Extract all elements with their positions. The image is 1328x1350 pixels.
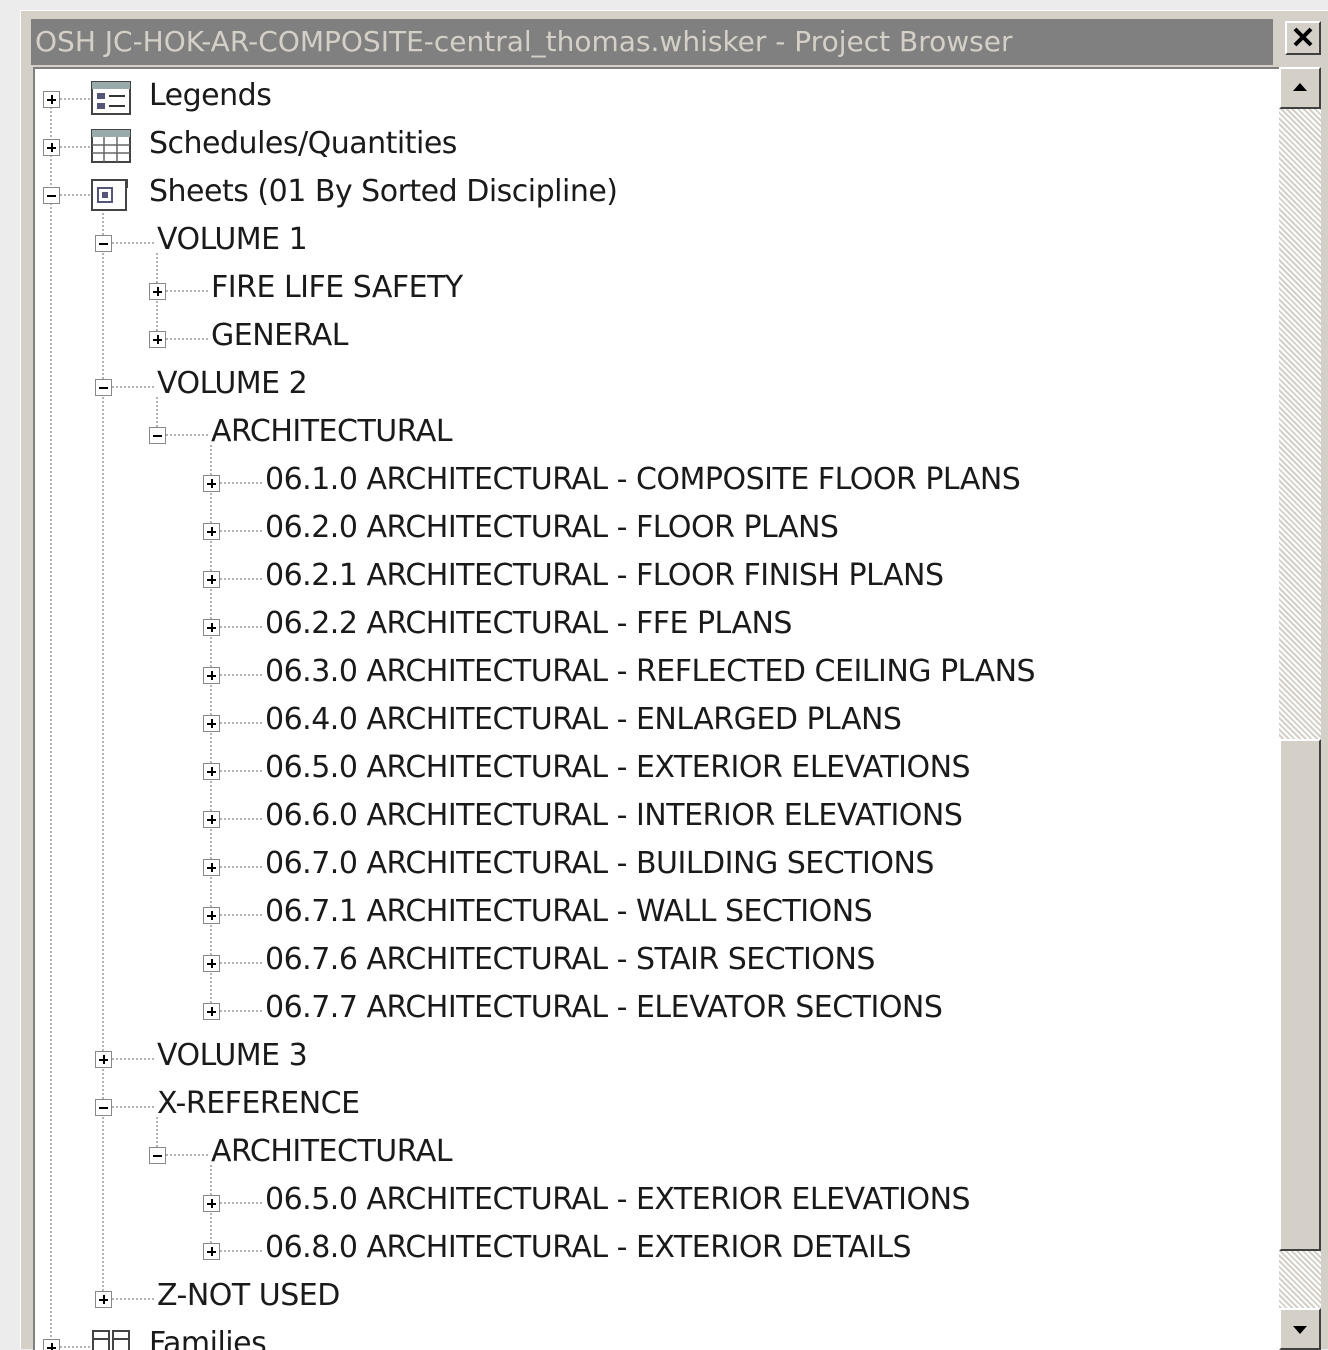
tree-row[interactable]: 06.7.1 ARCHITECTURAL - WALL SECTIONS — [35, 889, 1275, 937]
tree-item-label[interactable]: 06.3.0 ARCHITECTURAL - REFLECTED CEILING… — [265, 654, 1036, 690]
tree-row[interactable]: Families — [35, 1321, 1275, 1350]
tree-item-label[interactable]: 06.1.0 ARCHITECTURAL - COMPOSITE FLOOR P… — [265, 462, 1021, 498]
close-icon — [1293, 27, 1313, 47]
expand-icon[interactable] — [203, 619, 220, 636]
expand-icon[interactable] — [149, 283, 166, 300]
tree-row[interactable]: Schedules/Quantities — [35, 121, 1275, 169]
tree-item-label[interactable]: Families — [149, 1326, 267, 1350]
expand-icon[interactable] — [43, 139, 60, 156]
expand-icon[interactable] — [149, 331, 166, 348]
families-icon — [92, 1330, 130, 1350]
tree-item-label[interactable]: 06.2.1 ARCHITECTURAL - FLOOR FINISH PLAN… — [265, 558, 944, 594]
expand-icon[interactable] — [203, 715, 220, 732]
tree-item-label[interactable]: 06.7.1 ARCHITECTURAL - WALL SECTIONS — [265, 894, 873, 930]
window-title: OSH JC-HOK-AR-COMPOSITE-central_thomas.w… — [35, 25, 1013, 58]
arrow-up-icon — [1293, 83, 1307, 91]
tree-item-label[interactable]: 06.5.0 ARCHITECTURAL - EXTERIOR ELEVATIO… — [265, 1182, 971, 1218]
tree-item-label[interactable]: Legends — [149, 78, 272, 114]
tree-row[interactable]: 06.6.0 ARCHITECTURAL - INTERIOR ELEVATIO… — [35, 793, 1275, 841]
tree-item-label[interactable]: 06.7.7 ARCHITECTURAL - ELEVATOR SECTIONS — [265, 990, 943, 1026]
tree-item-label[interactable]: ARCHITECTURAL — [211, 1134, 453, 1170]
expand-icon[interactable] — [95, 1051, 112, 1068]
tree-row[interactable]: GENERAL — [35, 313, 1275, 361]
tree-row[interactable]: VOLUME 2 — [35, 361, 1275, 409]
collapse-icon[interactable] — [43, 187, 60, 204]
tree-row[interactable]: FIRE LIFE SAFETY — [35, 265, 1275, 313]
tree-row[interactable]: ARCHITECTURAL — [35, 1129, 1275, 1177]
expand-icon[interactable] — [203, 667, 220, 684]
expand-icon[interactable] — [43, 91, 60, 108]
tree-row[interactable]: 06.7.6 ARCHITECTURAL - STAIR SECTIONS — [35, 937, 1275, 985]
tree-row[interactable]: VOLUME 1 — [35, 217, 1275, 265]
expand-icon[interactable] — [203, 1195, 220, 1212]
tree-row[interactable]: 06.5.0 ARCHITECTURAL - EXTERIOR ELEVATIO… — [35, 1177, 1275, 1225]
tree-item-label[interactable]: X-REFERENCE — [157, 1086, 360, 1122]
sheets-icon — [91, 179, 128, 211]
project-browser-window: OSH JC-HOK-AR-COMPOSITE-central_thomas.w… — [20, 10, 1328, 1350]
tree-row[interactable]: Legends — [35, 73, 1275, 121]
expand-icon[interactable] — [203, 907, 220, 924]
title-bar[interactable]: OSH JC-HOK-AR-COMPOSITE-central_thomas.w… — [31, 19, 1273, 65]
tree-row[interactable]: 06.3.0 ARCHITECTURAL - REFLECTED CEILING… — [35, 649, 1275, 697]
expand-icon[interactable] — [203, 955, 220, 972]
collapse-icon[interactable] — [95, 379, 112, 396]
tree-row[interactable]: 06.7.7 ARCHITECTURAL - ELEVATOR SECTIONS — [35, 985, 1275, 1033]
scroll-down-button[interactable] — [1279, 1308, 1321, 1350]
tree-row[interactable]: 06.4.0 ARCHITECTURAL - ENLARGED PLANS — [35, 697, 1275, 745]
tree-row[interactable]: X-REFERENCE — [35, 1081, 1275, 1129]
expand-icon[interactable] — [203, 1003, 220, 1020]
scroll-thumb[interactable] — [1279, 739, 1321, 1251]
tree-row[interactable]: 06.2.2 ARCHITECTURAL - FFE PLANS — [35, 601, 1275, 649]
tree-row[interactable]: 06.7.0 ARCHITECTURAL - BUILDING SECTIONS — [35, 841, 1275, 889]
tree-item-label[interactable]: Z-NOT USED — [157, 1278, 340, 1314]
expand-icon[interactable] — [203, 763, 220, 780]
close-button[interactable] — [1285, 21, 1321, 55]
tree-row[interactable]: Sheets (01 By Sorted Discipline) — [35, 169, 1275, 217]
tree-item-label[interactable]: 06.6.0 ARCHITECTURAL - INTERIOR ELEVATIO… — [265, 798, 963, 834]
schedule-icon — [91, 129, 131, 163]
expand-icon[interactable] — [203, 1243, 220, 1260]
tree-row[interactable]: 06.5.0 ARCHITECTURAL - EXTERIOR ELEVATIO… — [35, 745, 1275, 793]
tree-item-label[interactable]: 06.7.0 ARCHITECTURAL - BUILDING SECTIONS — [265, 846, 934, 882]
tree-item-label[interactable]: 06.7.6 ARCHITECTURAL - STAIR SECTIONS — [265, 942, 875, 978]
vertical-scrollbar[interactable] — [1279, 67, 1321, 1350]
collapse-icon[interactable] — [95, 1099, 112, 1116]
tree-item-label[interactable]: 06.2.0 ARCHITECTURAL - FLOOR PLANS — [265, 510, 839, 546]
tree-row[interactable]: ARCHITECTURAL — [35, 409, 1275, 457]
expand-icon[interactable] — [203, 859, 220, 876]
collapse-icon[interactable] — [149, 427, 166, 444]
expand-icon[interactable] — [43, 1339, 60, 1350]
tree-row[interactable]: 06.2.0 ARCHITECTURAL - FLOOR PLANS — [35, 505, 1275, 553]
arrow-down-icon — [1293, 1326, 1307, 1334]
collapse-icon[interactable] — [95, 235, 112, 252]
tree-row[interactable]: VOLUME 3 — [35, 1033, 1275, 1081]
tree-row[interactable]: Z-NOT USED — [35, 1273, 1275, 1321]
project-browser-tree[interactable]: Legends Schedules/Quantities Sheets (01 By… — [33, 67, 1279, 1350]
tree-item-label[interactable]: 06.8.0 ARCHITECTURAL - EXTERIOR DETAILS — [265, 1230, 912, 1266]
expand-icon[interactable] — [95, 1291, 112, 1308]
tree-row[interactable]: 06.8.0 ARCHITECTURAL - EXTERIOR DETAILS — [35, 1225, 1275, 1273]
expand-icon[interactable] — [203, 523, 220, 540]
tree-item-label[interactable]: ARCHITECTURAL — [211, 414, 453, 450]
tree-row[interactable]: 06.1.0 ARCHITECTURAL - COMPOSITE FLOOR P… — [35, 457, 1275, 505]
tree-row[interactable]: 06.2.1 ARCHITECTURAL - FLOOR FINISH PLAN… — [35, 553, 1275, 601]
expand-icon[interactable] — [203, 811, 220, 828]
tree-item-label[interactable]: 06.5.0 ARCHITECTURAL - EXTERIOR ELEVATIO… — [265, 750, 971, 786]
legend-icon — [91, 81, 131, 115]
tree-item-label[interactable]: FIRE LIFE SAFETY — [211, 270, 463, 306]
scroll-up-button[interactable] — [1279, 67, 1321, 109]
expand-icon[interactable] — [203, 571, 220, 588]
tree-item-label[interactable]: Schedules/Quantities — [149, 126, 457, 162]
tree-item-label[interactable]: VOLUME 3 — [157, 1038, 308, 1074]
tree-item-label[interactable]: GENERAL — [211, 318, 348, 354]
collapse-icon[interactable] — [149, 1147, 166, 1164]
expand-icon[interactable] — [203, 475, 220, 492]
tree-item-label[interactable]: VOLUME 1 — [157, 222, 308, 258]
tree-item-label[interactable]: Sheets (01 By Sorted Discipline) — [149, 174, 618, 210]
tree-item-label[interactable]: 06.2.2 ARCHITECTURAL - FFE PLANS — [265, 606, 792, 642]
tree-item-label[interactable]: VOLUME 2 — [157, 366, 308, 402]
tree-item-label[interactable]: 06.4.0 ARCHITECTURAL - ENLARGED PLANS — [265, 702, 902, 738]
